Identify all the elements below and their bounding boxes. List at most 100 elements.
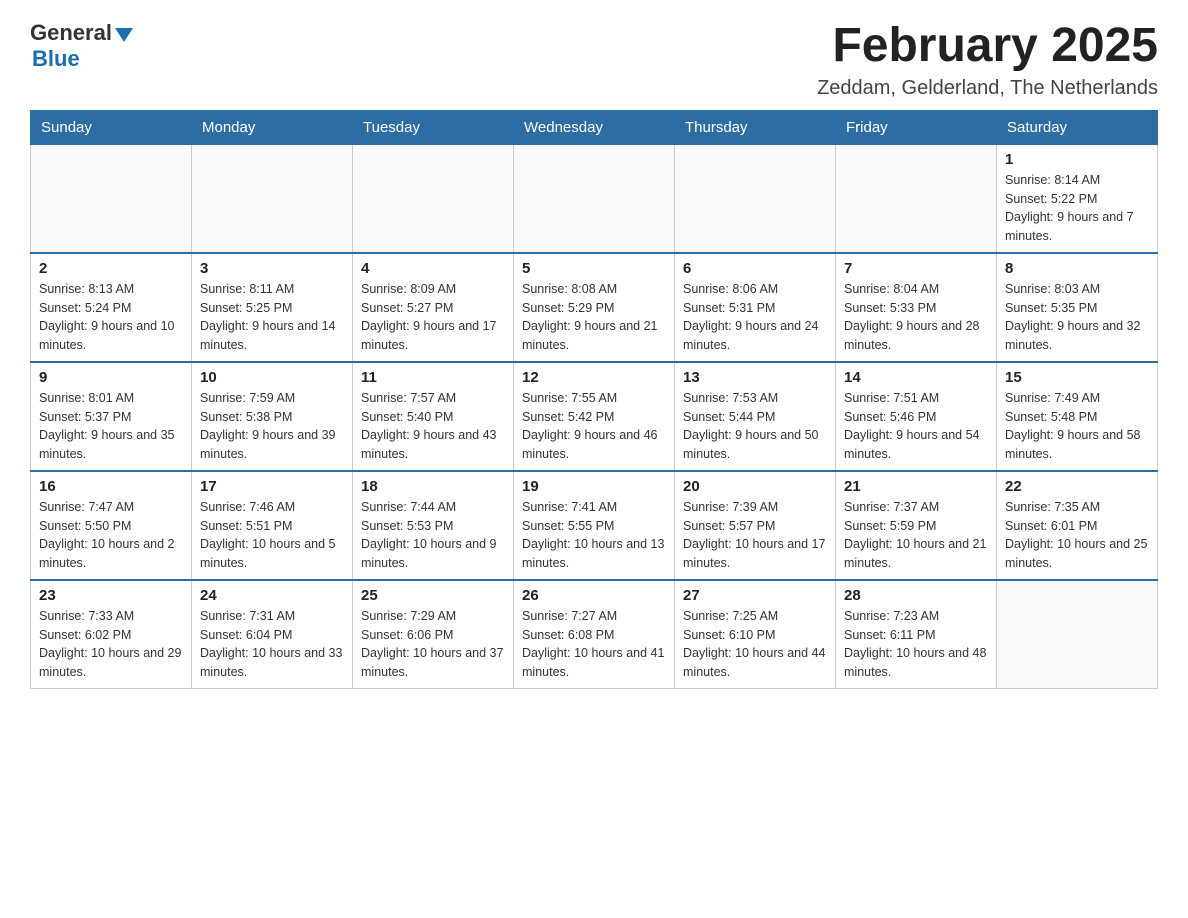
calendar-cell: 20 Sunrise: 7:39 AMSunset: 5:57 PMDayligh… (675, 471, 836, 580)
day-number: 7 (844, 260, 988, 277)
day-number: 21 (844, 478, 988, 495)
day-info: Sunrise: 8:06 AMSunset: 5:31 PMDaylight:… (683, 280, 827, 355)
day-info: Sunrise: 7:39 AMSunset: 5:57 PMDaylight:… (683, 498, 827, 573)
logo-text-blue: Blue (32, 46, 80, 72)
day-info: Sunrise: 7:23 AMSunset: 6:11 PMDaylight:… (844, 607, 988, 682)
day-info: Sunrise: 8:04 AMSunset: 5:33 PMDaylight:… (844, 280, 988, 355)
calendar-cell (675, 144, 836, 253)
day-info: Sunrise: 8:11 AMSunset: 5:25 PMDaylight:… (200, 280, 344, 355)
weekday-header-friday: Friday (836, 110, 997, 144)
day-info: Sunrise: 7:41 AMSunset: 5:55 PMDaylight:… (522, 498, 666, 573)
day-info: Sunrise: 7:47 AMSunset: 5:50 PMDaylight:… (39, 498, 183, 573)
calendar-cell: 19 Sunrise: 7:41 AMSunset: 5:55 PMDayligh… (514, 471, 675, 580)
day-number: 5 (522, 260, 666, 277)
day-info: Sunrise: 7:59 AMSunset: 5:38 PMDaylight:… (200, 389, 344, 464)
calendar-cell: 15Sunrise: 7:49 AMSunset: 5:48 PMDayligh… (997, 362, 1158, 471)
calendar-week-row: 1 Sunrise: 8:14 AMSunset: 5:22 PMDaylight… (31, 144, 1158, 253)
calendar-cell: 8Sunrise: 8:03 AMSunset: 5:35 PMDaylight… (997, 253, 1158, 362)
calendar-cell: 3 Sunrise: 8:11 AMSunset: 5:25 PMDaylight… (192, 253, 353, 362)
calendar-cell (192, 144, 353, 253)
day-info: Sunrise: 8:01 AMSunset: 5:37 PMDaylight:… (39, 389, 183, 464)
weekday-header-thursday: Thursday (675, 110, 836, 144)
day-number: 27 (683, 587, 827, 604)
calendar-cell: 7 Sunrise: 8:04 AMSunset: 5:33 PMDaylight… (836, 253, 997, 362)
logo: General Blue (30, 20, 133, 72)
weekday-header-tuesday: Tuesday (353, 110, 514, 144)
page-header: General Blue February 2025 Zeddam, Gelde… (30, 20, 1158, 100)
day-info: Sunrise: 8:03 AMSunset: 5:35 PMDaylight:… (1005, 280, 1149, 355)
day-number: 9 (39, 369, 183, 386)
calendar-title: February 2025 (817, 20, 1158, 73)
logo-text-general: General (30, 20, 112, 46)
day-info: Sunrise: 7:35 AMSunset: 6:01 PMDaylight:… (1005, 498, 1149, 573)
day-number: 1 (1005, 151, 1149, 168)
day-info: Sunrise: 7:53 AMSunset: 5:44 PMDaylight:… (683, 389, 827, 464)
day-info: Sunrise: 8:08 AMSunset: 5:29 PMDaylight:… (522, 280, 666, 355)
calendar-cell: 11 Sunrise: 7:57 AMSunset: 5:40 PMDayligh… (353, 362, 514, 471)
calendar-cell: 21 Sunrise: 7:37 AMSunset: 5:59 PMDayligh… (836, 471, 997, 580)
calendar-week-row: 23Sunrise: 7:33 AMSunset: 6:02 PMDayligh… (31, 580, 1158, 689)
day-number: 12 (522, 369, 666, 386)
day-info: Sunrise: 7:31 AMSunset: 6:04 PMDaylight:… (200, 607, 344, 682)
day-number: 22 (1005, 478, 1149, 495)
calendar-week-row: 16 Sunrise: 7:47 AMSunset: 5:50 PMDayligh… (31, 471, 1158, 580)
calendar-cell (31, 144, 192, 253)
weekday-header-sunday: Sunday (31, 110, 192, 144)
calendar-cell (997, 580, 1158, 689)
calendar-table: SundayMondayTuesdayWednesdayThursdayFrid… (30, 110, 1158, 689)
calendar-cell: 2Sunrise: 8:13 AMSunset: 5:24 PMDaylight… (31, 253, 192, 362)
calendar-week-row: 2Sunrise: 8:13 AMSunset: 5:24 PMDaylight… (31, 253, 1158, 362)
day-number: 25 (361, 587, 505, 604)
calendar-cell: 9 Sunrise: 8:01 AMSunset: 5:37 PMDaylight… (31, 362, 192, 471)
calendar-cell: 16 Sunrise: 7:47 AMSunset: 5:50 PMDayligh… (31, 471, 192, 580)
weekday-header-row: SundayMondayTuesdayWednesdayThursdayFrid… (31, 110, 1158, 144)
day-info: Sunrise: 8:09 AMSunset: 5:27 PMDaylight:… (361, 280, 505, 355)
day-info: Sunrise: 7:27 AMSunset: 6:08 PMDaylight:… (522, 607, 666, 682)
day-number: 16 (39, 478, 183, 495)
day-number: 13 (683, 369, 827, 386)
day-info: Sunrise: 7:44 AMSunset: 5:53 PMDaylight:… (361, 498, 505, 573)
day-number: 14 (844, 369, 988, 386)
calendar-cell: 17Sunrise: 7:46 AMSunset: 5:51 PMDayligh… (192, 471, 353, 580)
calendar-cell: 22 Sunrise: 7:35 AMSunset: 6:01 PMDayligh… (997, 471, 1158, 580)
day-number: 2 (39, 260, 183, 277)
day-number: 24 (200, 587, 344, 604)
day-info: Sunrise: 7:46 AMSunset: 5:51 PMDaylight:… (200, 498, 344, 573)
title-section: February 2025 Zeddam, Gelderland, The Ne… (817, 20, 1158, 100)
day-number: 3 (200, 260, 344, 277)
day-number: 19 (522, 478, 666, 495)
calendar-cell: 5 Sunrise: 8:08 AMSunset: 5:29 PMDaylight… (514, 253, 675, 362)
day-info: Sunrise: 7:55 AMSunset: 5:42 PMDaylight:… (522, 389, 666, 464)
day-number: 15 (1005, 369, 1149, 386)
calendar-cell: 24 Sunrise: 7:31 AMSunset: 6:04 PMDayligh… (192, 580, 353, 689)
day-info: Sunrise: 7:29 AMSunset: 6:06 PMDaylight:… (361, 607, 505, 682)
calendar-cell: 18Sunrise: 7:44 AMSunset: 5:53 PMDayligh… (353, 471, 514, 580)
calendar-cell: 23Sunrise: 7:33 AMSunset: 6:02 PMDayligh… (31, 580, 192, 689)
calendar-cell: 1 Sunrise: 8:14 AMSunset: 5:22 PMDaylight… (997, 144, 1158, 253)
day-number: 28 (844, 587, 988, 604)
day-number: 26 (522, 587, 666, 604)
weekday-header-saturday: Saturday (997, 110, 1158, 144)
calendar-subtitle: Zeddam, Gelderland, The Netherlands (817, 77, 1158, 100)
day-info: Sunrise: 7:37 AMSunset: 5:59 PMDaylight:… (844, 498, 988, 573)
calendar-cell: 12 Sunrise: 7:55 AMSunset: 5:42 PMDayligh… (514, 362, 675, 471)
calendar-cell: 4 Sunrise: 8:09 AMSunset: 5:27 PMDaylight… (353, 253, 514, 362)
day-number: 4 (361, 260, 505, 277)
day-number: 10 (200, 369, 344, 386)
day-info: Sunrise: 7:57 AMSunset: 5:40 PMDaylight:… (361, 389, 505, 464)
calendar-cell: 27Sunrise: 7:25 AMSunset: 6:10 PMDayligh… (675, 580, 836, 689)
calendar-cell (836, 144, 997, 253)
day-info: Sunrise: 8:14 AMSunset: 5:22 PMDaylight:… (1005, 171, 1149, 246)
calendar-cell: 6 Sunrise: 8:06 AMSunset: 5:31 PMDaylight… (675, 253, 836, 362)
day-info: Sunrise: 7:51 AMSunset: 5:46 PMDaylight:… (844, 389, 988, 464)
weekday-header-monday: Monday (192, 110, 353, 144)
calendar-week-row: 9 Sunrise: 8:01 AMSunset: 5:37 PMDaylight… (31, 362, 1158, 471)
day-number: 11 (361, 369, 505, 386)
calendar-cell: 14 Sunrise: 7:51 AMSunset: 5:46 PMDayligh… (836, 362, 997, 471)
weekday-header-wednesday: Wednesday (514, 110, 675, 144)
day-info: Sunrise: 7:33 AMSunset: 6:02 PMDaylight:… (39, 607, 183, 682)
day-number: 20 (683, 478, 827, 495)
calendar-cell: 10 Sunrise: 7:59 AMSunset: 5:38 PMDayligh… (192, 362, 353, 471)
day-number: 6 (683, 260, 827, 277)
calendar-cell (353, 144, 514, 253)
